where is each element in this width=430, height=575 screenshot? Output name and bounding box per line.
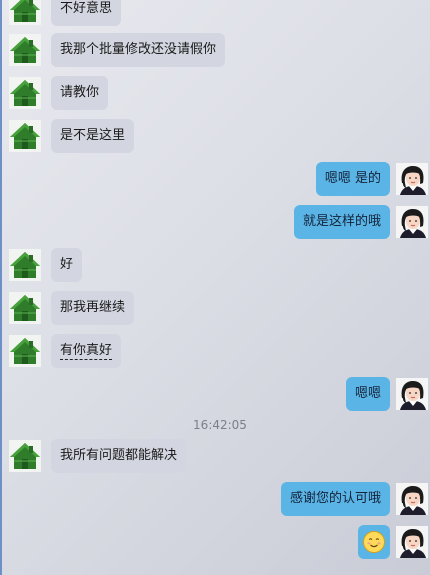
woman-agent-avatar-icon[interactable] — [396, 206, 428, 238]
message-text: 不好意思 — [60, 1, 113, 16]
green-house-avatar-icon[interactable] — [9, 120, 41, 152]
message-row-incoming: 请教你 — [9, 76, 109, 110]
woman-agent-avatar-icon[interactable] — [396, 378, 428, 410]
green-house-avatar-icon[interactable] — [9, 335, 41, 367]
message-bubble-emoji[interactable] — [358, 525, 390, 559]
message-text: 请教你 — [60, 85, 100, 100]
message-row-incoming: 好 — [9, 248, 83, 282]
message-timestamp: 16:42:05 — [193, 418, 247, 432]
message-bubble[interactable]: 是不是这里 — [51, 119, 135, 153]
message-row-incoming: 我那个批量修改还没请假你 — [9, 33, 226, 67]
message-text: 我那个批量修改还没请假你 — [60, 42, 217, 57]
green-house-avatar-icon[interactable] — [9, 0, 41, 25]
message-row-outgoing: 就是这样的哦 — [293, 205, 428, 239]
green-house-avatar-icon[interactable] — [9, 249, 41, 281]
message-row-incoming: 那我再继续 — [9, 291, 135, 325]
woman-agent-avatar-icon[interactable] — [396, 163, 428, 195]
message-text: 嗯嗯 是的 — [324, 171, 381, 186]
message-row-outgoing: 感谢您的认可哦 — [280, 482, 428, 516]
green-house-avatar-icon[interactable] — [9, 440, 41, 472]
smile-emoji-icon — [362, 530, 386, 554]
message-row-incoming: 是不是这里 — [9, 119, 135, 153]
message-bubble[interactable]: 感谢您的认可哦 — [280, 482, 390, 516]
window-left-border — [0, 0, 2, 575]
message-bubble[interactable]: 嗯嗯 — [345, 377, 390, 411]
message-bubble[interactable]: 嗯嗯 是的 — [315, 162, 390, 196]
message-row-incoming: 我所有问题都能解决 — [9, 439, 187, 473]
message-row-outgoing — [358, 525, 428, 559]
green-house-avatar-icon[interactable] — [9, 34, 41, 66]
message-bubble[interactable]: 就是这样的哦 — [293, 205, 390, 239]
green-house-avatar-icon[interactable] — [9, 292, 41, 324]
message-bubble[interactable]: 我所有问题都能解决 — [51, 439, 187, 473]
green-house-avatar-icon[interactable] — [9, 77, 41, 109]
message-text: 感谢您的认可哦 — [289, 491, 381, 506]
message-text: 是不是这里 — [60, 128, 126, 143]
message-text: 好 — [60, 257, 74, 272]
message-bubble[interactable]: 好 — [51, 248, 83, 282]
message-row-incoming: 不好意思 — [9, 0, 122, 26]
message-row-outgoing: 嗯嗯 — [345, 377, 428, 411]
message-text: 就是这样的哦 — [302, 214, 381, 229]
woman-agent-avatar-icon[interactable] — [396, 526, 428, 558]
message-text: 有你真好 — [60, 343, 113, 360]
message-bubble[interactable]: 请教你 — [51, 76, 109, 110]
message-row-incoming: 有你真好 — [9, 334, 122, 368]
message-bubble[interactable]: 那我再继续 — [51, 291, 135, 325]
message-row-outgoing: 嗯嗯 是的 — [315, 162, 428, 196]
message-bubble[interactable]: 我那个批量修改还没请假你 — [51, 33, 226, 67]
woman-agent-avatar-icon[interactable] — [396, 483, 428, 515]
message-bubble[interactable]: 不好意思 — [51, 0, 122, 26]
message-text: 嗯嗯 — [354, 386, 381, 401]
message-text: 我所有问题都能解决 — [60, 448, 178, 463]
message-text: 那我再继续 — [60, 300, 126, 315]
message-bubble[interactable]: 有你真好 — [51, 334, 122, 368]
